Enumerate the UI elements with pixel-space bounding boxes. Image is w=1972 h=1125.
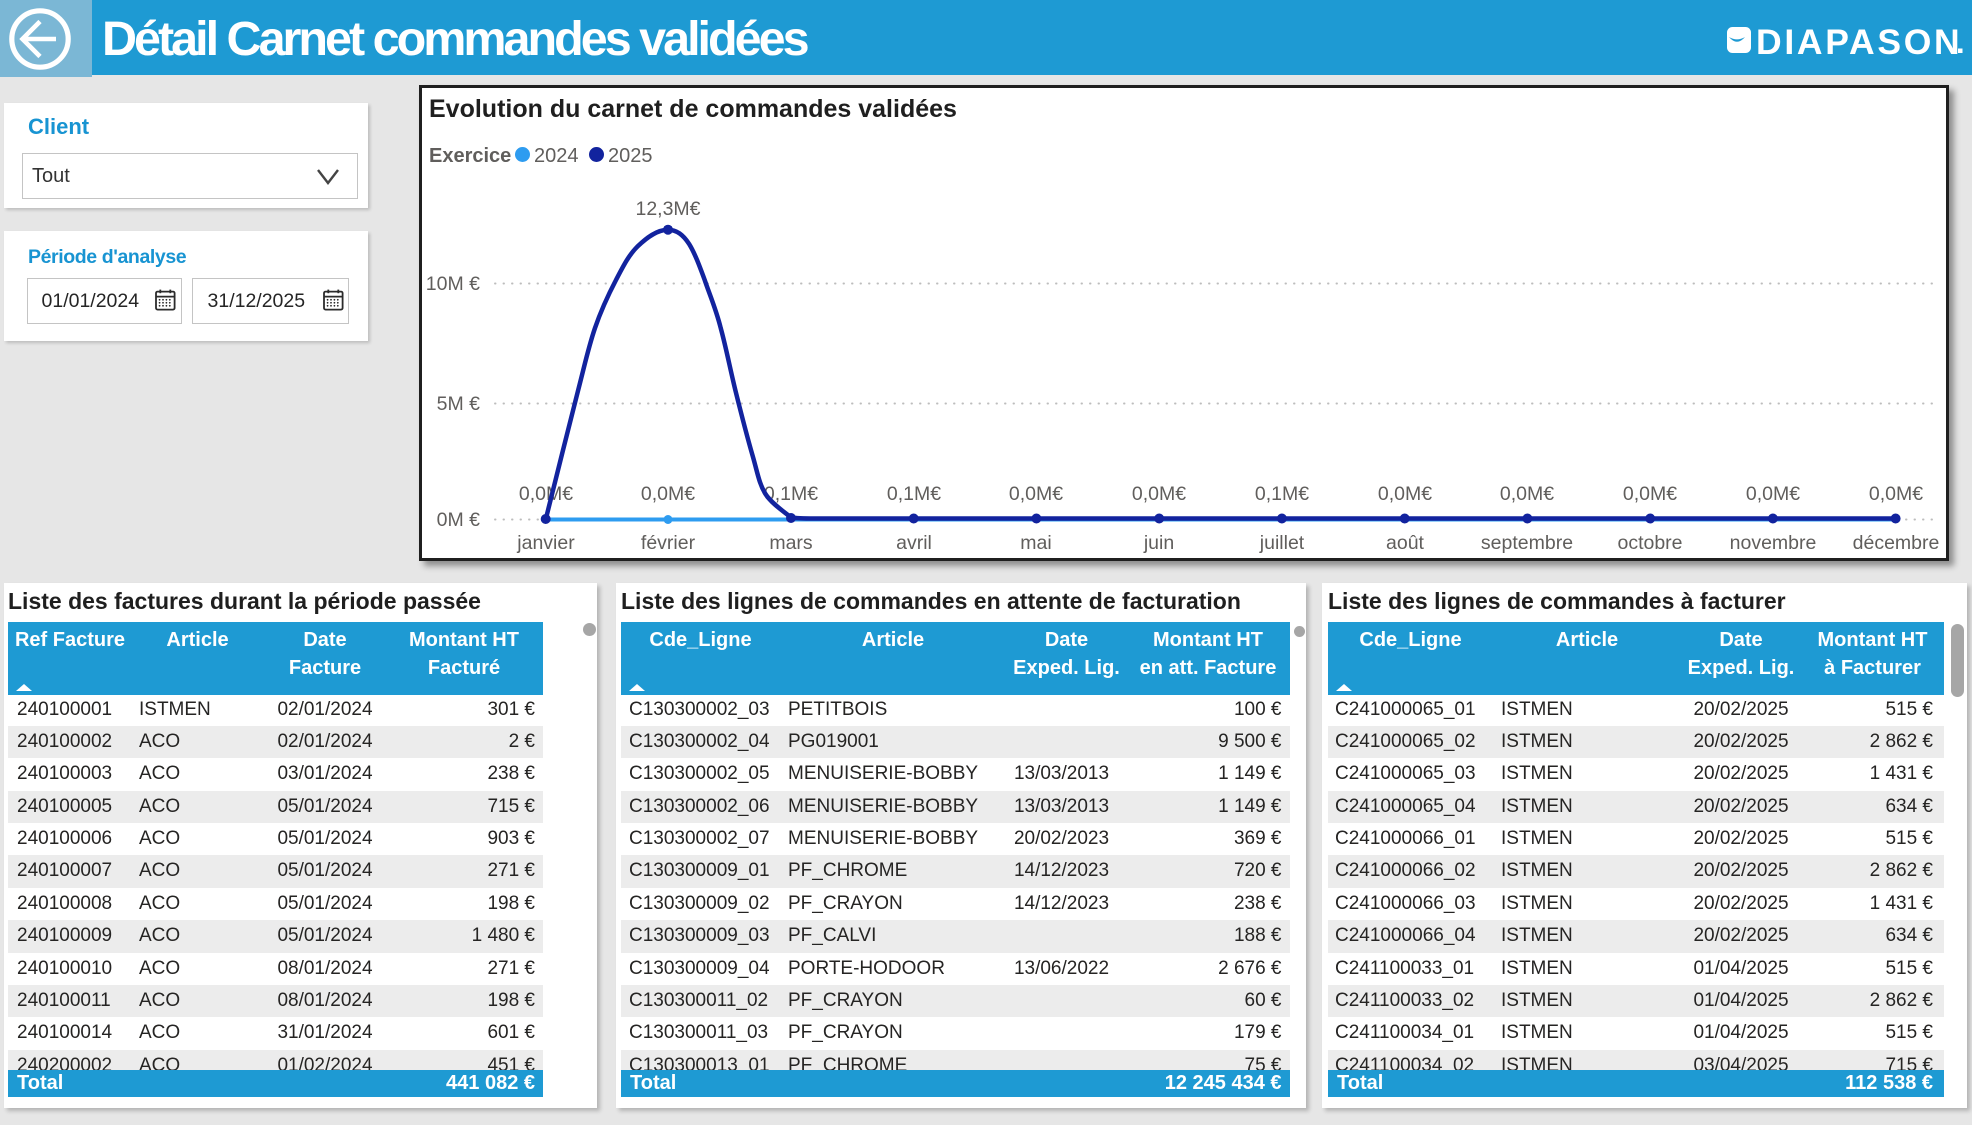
svg-text:0,0M€: 0,0M€	[1378, 483, 1432, 505]
svg-text:0,0M€: 0,0M€	[1132, 483, 1186, 505]
svg-text:5M €: 5M €	[437, 393, 481, 415]
svg-text:0,0M€: 0,0M€	[1869, 483, 1923, 505]
svg-text:0M €: 0M €	[437, 509, 481, 531]
svg-text:juin: juin	[1143, 532, 1174, 554]
svg-text:juillet: juillet	[1259, 532, 1305, 554]
svg-text:0,0M€: 0,0M€	[641, 483, 695, 505]
svg-text:mai: mai	[1020, 532, 1051, 554]
svg-text:DIAPASON: DIAPASON	[1756, 25, 1962, 57]
svg-text:0,1M€: 0,1M€	[1255, 483, 1309, 505]
svg-text:10M €: 10M €	[426, 273, 480, 295]
svg-text:août: août	[1386, 532, 1425, 554]
svg-text:12,3M€: 12,3M€	[635, 198, 700, 220]
svg-text:0,1M€: 0,1M€	[887, 483, 941, 505]
svg-text:0,0M€: 0,0M€	[1009, 483, 1063, 505]
svg-text:0,0M€: 0,0M€	[519, 483, 573, 505]
svg-text:avril: avril	[896, 532, 932, 554]
svg-text:janvier: janvier	[516, 532, 575, 554]
svg-text:novembre: novembre	[1730, 532, 1817, 554]
svg-text:0,0M€: 0,0M€	[1746, 483, 1800, 505]
svg-text:octobre: octobre	[1617, 532, 1682, 554]
svg-text:décembre: décembre	[1853, 532, 1940, 554]
svg-text:mars: mars	[769, 532, 813, 554]
svg-text:0,0M€: 0,0M€	[1623, 483, 1677, 505]
svg-text:0,0M€: 0,0M€	[1500, 483, 1554, 505]
svg-text:février: février	[641, 532, 696, 554]
svg-text:septembre: septembre	[1481, 532, 1573, 554]
